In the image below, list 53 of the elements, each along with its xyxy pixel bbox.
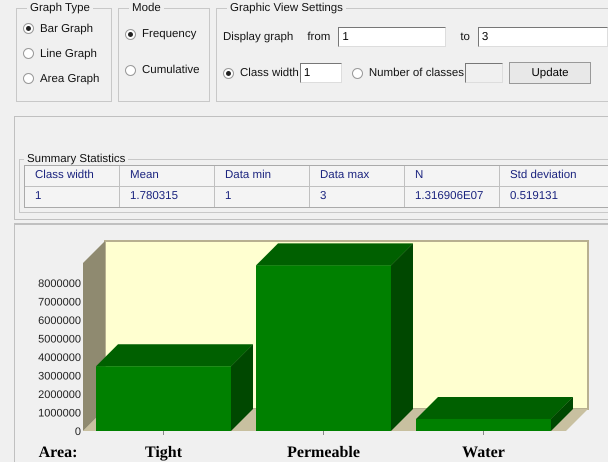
y-tick-label: 3000000 [38,370,81,382]
x-tick [323,430,324,436]
radio-label: Cumulative [142,64,200,76]
group-label: Graph Type [29,2,91,14]
radio-label: Line Graph [40,48,97,60]
x-axis-title: Area: [38,444,78,461]
to-label: to [460,31,470,43]
radio-button[interactable] [352,68,363,78]
y-tick-label: 6000000 [38,315,81,327]
from-label: from [307,31,330,43]
radio-button[interactable] [23,73,34,84]
column-header: Class width [25,166,119,186]
table-cell: 1.780315 [120,187,214,207]
category-label: Permeable [287,444,360,461]
update-button[interactable]: Update [509,62,592,84]
to-field[interactable]: 3 [478,27,608,47]
column-header: Std deviation [500,166,608,186]
radio-label: Bar Graph [40,22,94,34]
table-cell: 1 [215,187,309,207]
table-cell: 0.519131 [500,187,608,207]
y-tick-label: 4000000 [38,352,81,364]
radio-label: Frequency [142,28,196,40]
column-header: Data max [310,166,404,186]
y-tick-label: 1000000 [38,408,81,420]
radio-button[interactable] [23,23,34,34]
class-width-field[interactable]: 1 [300,63,342,83]
table-cell: 1.316906E07 [405,187,499,207]
y-tick-label: 8000000 [38,278,81,290]
table-cell: 3 [310,187,404,207]
y-tick-label: 0 [74,426,81,438]
display-graph-label: Display graph [223,31,294,43]
x-tick [163,430,164,436]
radio-button[interactable] [125,28,136,40]
y-tick-label: 2000000 [38,389,81,401]
category-label: Water [462,444,505,461]
column-header: Data min [215,166,309,186]
radio-button[interactable] [223,68,234,78]
group-label: Graphic View Settings [229,2,344,14]
radio-label: Class width [240,67,299,79]
table-cell: 1 [25,187,119,207]
y-tick-label: 5000000 [38,334,81,346]
radio-label: Area Graph [40,72,100,84]
category-label: Tight [144,444,182,461]
x-tick [483,430,484,436]
radio-button[interactable] [23,48,34,59]
radio-label: Number of classes [368,67,464,79]
column-header: Mean [120,166,214,186]
radio-button[interactable] [125,64,136,76]
from-field[interactable]: 1 [338,27,446,47]
y-tick-label: 7000000 [38,296,81,308]
group-label: Mode [131,2,162,14]
column-header: N [405,166,499,186]
group-label: Summary Statistics [26,153,126,165]
